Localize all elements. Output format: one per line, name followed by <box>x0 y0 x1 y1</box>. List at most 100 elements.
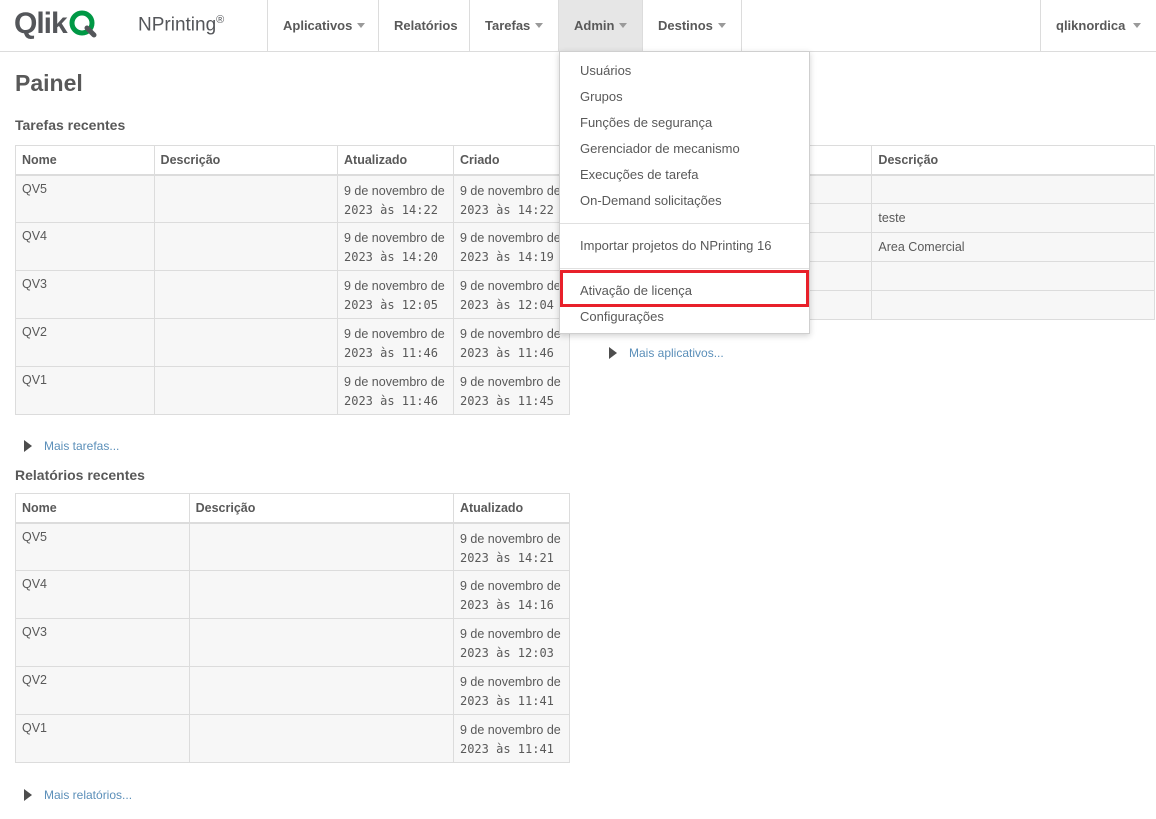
report-description-cell <box>188 522 454 571</box>
date-text: 9 de novembro de <box>459 627 561 641</box>
date-text: 9 de novembro de <box>459 279 561 293</box>
nav-admin[interactable]: Admin <box>559 0 643 51</box>
nav-admin-label: Admin <box>574 18 615 33</box>
product-name: NPrinting® <box>138 14 224 36</box>
column-header-criado[interactable]: Criado <box>452 145 571 176</box>
nav-tarefas-label: Tarefas <box>485 18 531 33</box>
table-row[interactable]: QV5 9 de novembro de 2023 às 14:22 9 de n… <box>15 174 571 223</box>
menu-divider <box>560 268 809 269</box>
report-name-cell[interactable]: QV5 <box>15 522 190 571</box>
time-text: 2023 às 14:21 <box>459 550 554 565</box>
time-text: 2023 às 12:04 <box>459 298 554 312</box>
report-name-cell[interactable]: QV4 <box>15 570 190 619</box>
more-reports-text: Mais relatórios... <box>44 788 133 802</box>
task-name-cell[interactable]: QV5 <box>15 174 155 223</box>
table-row[interactable]: QV1 9 de novembro de 2023 às 11:41 <box>15 714 571 763</box>
reports-table: Nome Descrição Atualizado QV5 9 de novem… <box>15 493 571 763</box>
report-updated-cell: 9 de novembro de 2023 às 11:41 <box>452 714 571 763</box>
time-text: 2023 às 14:22 <box>459 202 554 217</box>
column-header-atualizado[interactable]: Atualizado <box>452 493 571 524</box>
table-row[interactable]: QV4 9 de novembro de 2023 às 14:16 <box>15 570 571 619</box>
report-name-cell[interactable]: QV3 <box>15 618 190 667</box>
nav-relatorios[interactable]: Relatórios <box>379 0 470 51</box>
report-name-cell[interactable]: QV2 <box>15 666 190 715</box>
menu-item-funcoes-seguranca[interactable]: Funções de segurança <box>580 115 712 130</box>
nav-destinos[interactable]: Destinos <box>643 0 742 51</box>
caret-down-icon <box>717 23 726 28</box>
column-header-atualizado[interactable]: Atualizado <box>337 145 454 176</box>
expand-arrow-icon <box>24 789 32 801</box>
date-text: 9 de novembro de <box>344 375 445 389</box>
task-name-cell[interactable]: QV2 <box>15 318 155 367</box>
date-text: 9 de novembro de <box>459 675 561 689</box>
menu-item-importar-projetos[interactable]: Importar projetos do NPrinting 16 <box>580 238 771 253</box>
menu-item-ativacao-licenca[interactable]: Ativação de licença <box>580 283 692 298</box>
menu-item-grupos[interactable]: Grupos <box>580 89 623 104</box>
main-nav: Aplicativos Relatórios Tarefas Admin Des… <box>267 0 742 51</box>
report-description-cell <box>188 714 454 763</box>
more-tasks-text: Mais tarefas... <box>44 439 120 453</box>
date-text: 9 de novembro de <box>459 531 561 546</box>
table-row[interactable]: QV2 9 de novembro de 2023 às 11:46 9 de n… <box>15 318 571 367</box>
time-text: 2023 às 11:41 <box>459 742 554 756</box>
nav-tarefas[interactable]: Tarefas <box>470 0 559 51</box>
menu-item-configuracoes[interactable]: Configurações <box>580 309 664 324</box>
time-text: 2023 às 14:22 <box>344 202 438 217</box>
expand-arrow-icon <box>609 347 617 359</box>
time-text: 2023 às 11:46 <box>344 394 438 408</box>
task-name-cell[interactable]: QV4 <box>15 222 155 271</box>
time-text: 2023 às 14:20 <box>344 250 438 264</box>
qlik-logo[interactable]: Qlik <box>14 7 97 41</box>
column-header-descricao[interactable]: Descrição <box>871 145 1155 176</box>
task-created-cell: 9 de novembro de 2023 às 11:45 <box>452 366 571 415</box>
date-text: 9 de novembro de <box>344 183 445 198</box>
app-description-cell <box>871 290 1155 320</box>
more-apps-link[interactable]: Mais aplicativos... <box>609 346 724 360</box>
time-text: 2023 às 12:03 <box>459 646 554 660</box>
menu-item-usuarios[interactable]: Usuários <box>580 63 631 78</box>
table-row[interactable]: QV1 9 de novembro de 2023 às 11:46 9 de n… <box>15 366 571 415</box>
menu-item-gerenciador-mecanismo[interactable]: Gerenciador de mecanismo <box>580 141 740 156</box>
task-description-cell <box>153 270 339 319</box>
date-text: 9 de novembro de <box>459 327 561 341</box>
time-text: 2023 às 11:46 <box>344 346 438 360</box>
task-created-cell: 9 de novembro de 2023 às 14:19 <box>452 222 571 271</box>
task-name-cell[interactable]: QV3 <box>15 270 155 319</box>
more-tasks-link[interactable]: Mais tarefas... <box>24 439 119 453</box>
logo-text: Qlik <box>14 7 68 40</box>
caret-down-icon <box>535 23 544 28</box>
column-header-descricao[interactable]: Descrição <box>188 493 454 524</box>
table-row[interactable]: QV4 9 de novembro de 2023 às 14:20 9 de n… <box>15 222 571 271</box>
task-name-cell[interactable]: QV1 <box>15 366 155 415</box>
task-updated-cell: 9 de novembro de 2023 às 14:20 <box>337 222 454 271</box>
column-header-nome[interactable]: Nome <box>15 493 190 524</box>
column-header-descricao[interactable]: Descrição <box>153 145 339 176</box>
app-description-cell <box>871 174 1155 204</box>
column-header-nome[interactable]: Nome <box>15 145 155 176</box>
task-updated-cell: 9 de novembro de 2023 às 11:46 <box>337 366 454 415</box>
nav-destinos-label: Destinos <box>658 18 713 33</box>
user-name: qliknordica <box>1056 18 1126 33</box>
report-updated-cell: 9 de novembro de 2023 às 12:03 <box>452 618 571 667</box>
app-description-cell <box>871 261 1155 291</box>
table-row[interactable]: QV2 9 de novembro de 2023 às 11:41 <box>15 666 571 715</box>
menu-item-execucoes-tarefa[interactable]: Execuções de tarefa <box>580 167 699 182</box>
table-row[interactable]: QV3 9 de novembro de 2023 às 12:05 9 de n… <box>15 270 571 319</box>
task-description-cell <box>153 222 339 271</box>
table-row[interactable]: QV5 9 de novembro de 2023 às 14:21 <box>15 522 571 571</box>
date-text: 9 de novembro de <box>344 279 445 293</box>
nav-aplicativos[interactable]: Aplicativos <box>268 0 379 51</box>
report-description-cell <box>188 570 454 619</box>
task-description-cell <box>153 318 339 367</box>
time-text: 2023 às 12:05 <box>344 298 438 312</box>
table-header-row: Nome Descrição Atualizado Criado <box>15 145 571 176</box>
more-reports-link[interactable]: Mais relatórios... <box>24 788 132 802</box>
menu-item-on-demand[interactable]: On-Demand solicitações <box>580 193 722 208</box>
task-description-cell <box>153 174 339 223</box>
table-row[interactable]: QV3 9 de novembro de 2023 às 12:03 <box>15 618 571 667</box>
report-name-cell[interactable]: QV1 <box>15 714 190 763</box>
user-menu[interactable]: qliknordica <box>1040 0 1156 51</box>
time-text: 2023 às 14:16 <box>459 598 554 612</box>
date-text: 9 de novembro de <box>459 375 561 389</box>
task-description-cell <box>153 366 339 415</box>
